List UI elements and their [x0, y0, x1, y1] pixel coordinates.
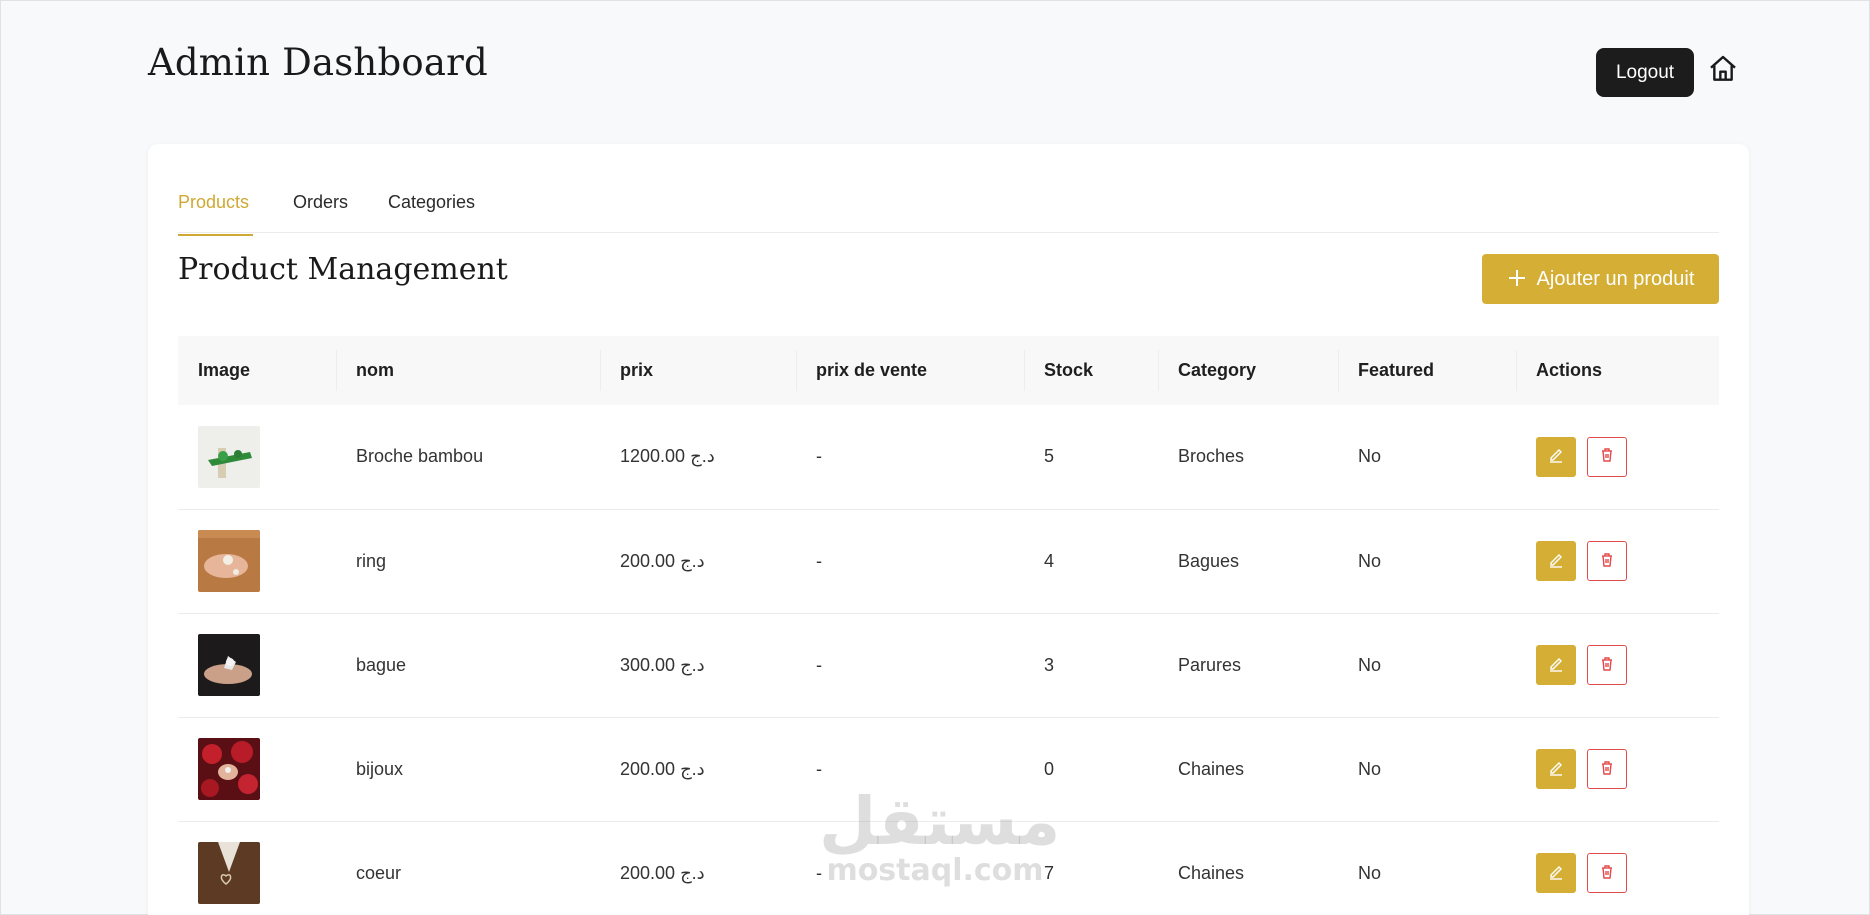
edit-button[interactable]: [1536, 853, 1576, 893]
trash-icon: [1599, 864, 1615, 883]
row-actions: [1536, 645, 1719, 685]
pencil-icon: [1548, 447, 1564, 466]
row-actions: [1536, 436, 1719, 477]
product-thumbnail: [198, 530, 260, 592]
product-category: Bagues: [1178, 550, 1240, 571]
table-row: bijoux 200.00 د.ج - 0 Chaines No: [178, 717, 1719, 821]
product-name: bijoux: [356, 758, 404, 779]
table-row: Broche bambou 1200.00 د.ج - 5 Broches No: [178, 405, 1719, 509]
delete-button[interactable]: [1587, 749, 1627, 789]
table-row: bague 300.00 د.ج - 3 Parures No: [178, 613, 1719, 717]
table-header-row: Image nom prix prix de vente Stock Categ…: [178, 336, 1719, 405]
trash-icon: [1599, 656, 1615, 675]
row-actions: [1536, 749, 1719, 789]
product-sale-price: -: [816, 550, 822, 571]
column-header-nom: nom: [336, 336, 600, 405]
tab-bar: Products Orders Categories: [178, 186, 1719, 236]
product-category: Chaines: [1178, 758, 1245, 779]
product-price: 200.00 د.ج: [620, 862, 705, 883]
product-featured: No: [1358, 758, 1382, 779]
delete-button[interactable]: [1587, 541, 1627, 581]
product-name: bague: [356, 654, 407, 675]
pencil-icon: [1548, 760, 1564, 779]
page-title: Admin Dashboard: [148, 41, 488, 84]
column-header-image: Image: [198, 360, 251, 380]
add-product-label: Ajouter un produit: [1536, 267, 1695, 290]
row-actions: [1536, 853, 1719, 893]
section-title: Product Management: [178, 252, 508, 287]
trash-icon: [1599, 447, 1615, 466]
product-featured: No: [1358, 446, 1382, 467]
row-actions: [1536, 541, 1719, 581]
product-sale-price: -: [816, 654, 822, 675]
trash-icon: [1599, 552, 1615, 571]
product-stock: 5: [1044, 446, 1055, 467]
product-price: 200.00 د.ج: [620, 550, 705, 571]
product-featured: No: [1358, 654, 1382, 675]
product-price: 200.00 د.ج: [620, 758, 705, 779]
tab-label: Orders: [293, 192, 349, 212]
product-sale-price: -: [816, 758, 822, 779]
pencil-icon: [1548, 864, 1564, 883]
delete-button[interactable]: [1587, 436, 1627, 477]
product-category: Parures: [1178, 654, 1242, 675]
column-header-stock: Stock: [1024, 336, 1158, 405]
logout-button[interactable]: Logout: [1596, 48, 1694, 97]
content-card: Products Orders Categories Product Manag…: [148, 144, 1749, 915]
tab-products[interactable]: Products: [178, 186, 253, 236]
column-header-actions: Actions: [1516, 336, 1719, 405]
product-sale-price: -: [816, 446, 822, 467]
home-icon[interactable]: [1707, 53, 1739, 85]
product-stock: 3: [1044, 654, 1055, 675]
product-stock: 0: [1044, 758, 1055, 779]
product-stock: 4: [1044, 550, 1055, 571]
edit-button[interactable]: [1536, 436, 1576, 477]
edit-button[interactable]: [1536, 749, 1576, 789]
trash-icon: [1599, 760, 1615, 779]
table-row: coeur 200.00 د.ج - 7 Chaines No: [178, 821, 1719, 915]
product-name: ring: [356, 550, 387, 571]
products-table: Image nom prix prix de vente Stock Categ…: [178, 336, 1719, 915]
product-stock: 7: [1044, 862, 1055, 883]
product-category: Broches: [1178, 446, 1245, 467]
edit-button[interactable]: [1536, 645, 1576, 685]
product-featured: No: [1358, 550, 1382, 571]
product-featured: No: [1358, 862, 1382, 883]
tab-label: Products: [178, 192, 250, 212]
tab-categories[interactable]: Categories: [388, 186, 478, 234]
delete-button[interactable]: [1587, 853, 1627, 893]
product-price: 1200.00 د.ج: [620, 446, 715, 467]
tab-label: Categories: [388, 192, 476, 212]
product-name: Broche bambou: [356, 446, 484, 467]
edit-button[interactable]: [1536, 541, 1576, 581]
add-product-button[interactable]: Ajouter un produit: [1482, 254, 1719, 304]
product-thumbnail: [198, 842, 260, 904]
tab-orders[interactable]: Orders: [293, 186, 348, 234]
product-thumbnail: [198, 634, 260, 696]
product-sale-price: -: [816, 862, 822, 883]
product-name: coeur: [356, 862, 402, 883]
column-header-prix-de-vente: prix de vente: [796, 336, 1024, 405]
column-header-prix: prix: [600, 336, 796, 405]
pencil-icon: [1548, 656, 1564, 675]
plus-icon: [1507, 265, 1527, 293]
column-header-featured: Featured: [1338, 336, 1516, 405]
product-category: Chaines: [1178, 862, 1245, 883]
column-header-category: Category: [1158, 336, 1338, 405]
product-price: 300.00 د.ج: [620, 654, 705, 675]
pencil-icon: [1548, 552, 1564, 571]
table-row: ring 200.00 د.ج - 4 Bagues No: [178, 509, 1719, 613]
delete-button[interactable]: [1587, 645, 1627, 685]
page-header: Admin Dashboard Logout: [148, 39, 1869, 109]
product-thumbnail: [198, 738, 260, 800]
product-thumbnail: [198, 425, 260, 488]
